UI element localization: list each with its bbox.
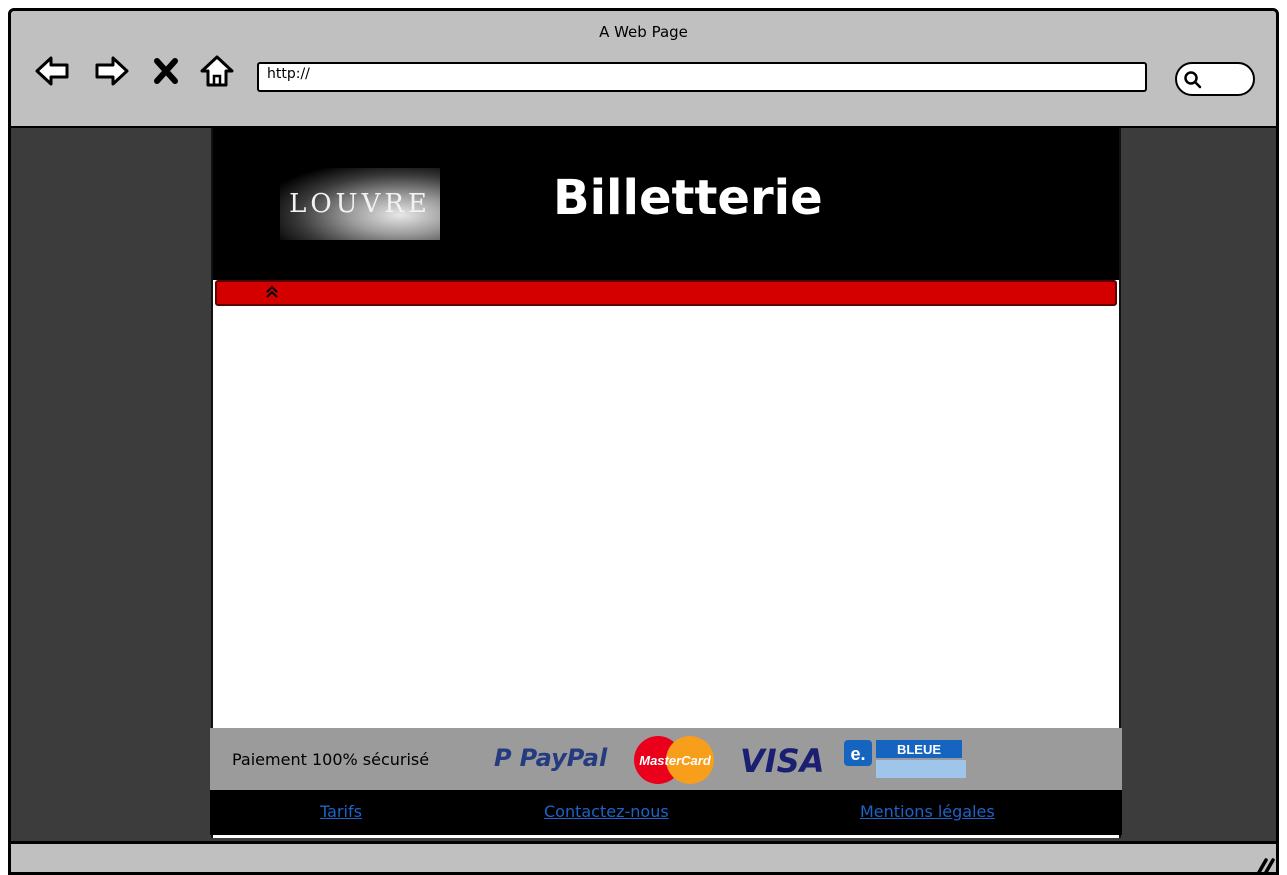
footer-link-legal[interactable]: Mentions légales bbox=[860, 802, 995, 821]
page-title: Billetterie bbox=[553, 170, 823, 226]
mastercard-text: MasterCard bbox=[639, 753, 712, 768]
paypal-text: PayPal bbox=[519, 744, 608, 772]
search-input[interactable] bbox=[1175, 62, 1255, 96]
web-page: LOUVRE Billetterie Paiement 100% sécuris… bbox=[210, 128, 1122, 838]
paypal-logo: P PayPal bbox=[494, 744, 607, 772]
paypal-icon: P bbox=[494, 744, 512, 772]
mastercard-logo: MasterCard bbox=[634, 736, 714, 784]
browser-content: LOUVRE Billetterie Paiement 100% sécuris… bbox=[11, 126, 1276, 841]
window-title: A Web Page bbox=[599, 23, 688, 41]
nav-bar bbox=[215, 280, 1117, 306]
footer-link-tarifs[interactable]: Tarifs bbox=[320, 802, 362, 821]
payment-label: Paiement 100% sécurisé bbox=[232, 750, 430, 769]
payment-bar: Paiement 100% sécurisé P PayPal MasterCar… bbox=[210, 728, 1122, 790]
home-icon[interactable] bbox=[197, 51, 237, 91]
status-bar bbox=[11, 841, 1276, 875]
ebleue-logo: e. BLEUE bbox=[844, 740, 966, 778]
footer-link-contact[interactable]: Contactez-nous bbox=[544, 802, 669, 821]
site-header: LOUVRE Billetterie bbox=[213, 128, 1119, 280]
ebleue-text: BLEUE bbox=[897, 742, 941, 757]
double-chevron-up-icon[interactable] bbox=[265, 285, 279, 299]
footer: Tarifs Contactez-nous Mentions légales bbox=[210, 790, 1122, 835]
browser-window: A Web Page http:// LOUVRE Billetterie Pa bbox=[8, 8, 1279, 875]
search-icon bbox=[1184, 71, 1202, 89]
back-arrow-icon[interactable] bbox=[33, 51, 73, 91]
url-input[interactable]: http:// bbox=[257, 62, 1147, 92]
ebleue-e: e. bbox=[850, 744, 865, 764]
louvre-logo[interactable]: LOUVRE bbox=[280, 168, 440, 240]
close-icon[interactable] bbox=[151, 51, 181, 91]
resize-grip-icon[interactable] bbox=[1254, 854, 1276, 875]
logo-text: LOUVRE bbox=[289, 189, 431, 219]
visa-logo: VISA bbox=[740, 742, 825, 780]
forward-arrow-icon[interactable] bbox=[91, 51, 131, 91]
